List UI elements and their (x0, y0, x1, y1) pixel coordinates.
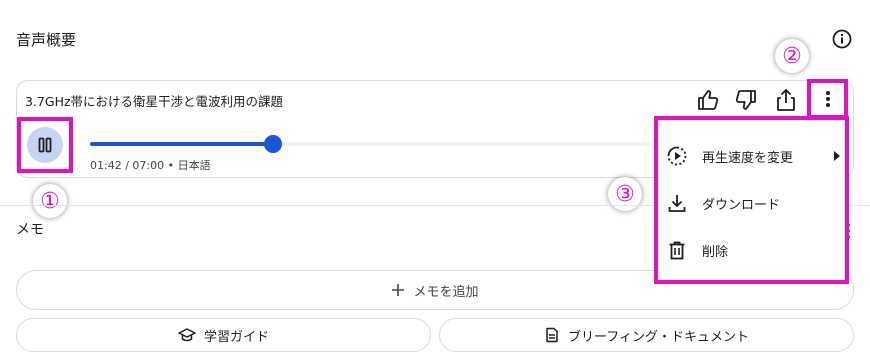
menu-item-download[interactable]: ダウンロード (666, 187, 841, 219)
pause-button[interactable] (27, 127, 63, 163)
menu-item-delete[interactable]: 削除 (666, 234, 841, 266)
menu-item-playback-speed[interactable]: 再生速度を変更 (666, 140, 841, 172)
section-title: 音声概要 (16, 31, 77, 49)
trash-icon (669, 241, 685, 260)
share-icon[interactable] (773, 87, 799, 113)
add-memo-label: メモを追加 (413, 284, 479, 300)
callout-2-label: ② (782, 43, 802, 69)
thumbs-up-icon[interactable] (695, 87, 721, 113)
briefing-doc-label: ブリーフィング・ドキュメント (568, 329, 749, 345)
info-icon[interactable] (831, 28, 853, 50)
pause-icon (38, 137, 52, 153)
callout-2: ② (775, 39, 809, 73)
study-guide-button[interactable]: 学習ガイド (16, 318, 431, 352)
time-and-language: 01:42 / 07:00 • 日本語 (90, 159, 211, 172)
chevron-right-icon (834, 151, 840, 161)
options-menu: 再生速度を変更 ダウンロード 削除 (654, 116, 849, 284)
study-guide-label: 学習ガイド (203, 329, 269, 345)
document-icon (546, 327, 558, 343)
graduation-cap-icon (178, 328, 196, 342)
plus-icon (392, 284, 405, 296)
download-icon (668, 195, 686, 212)
callout-1-label: ① (40, 188, 60, 214)
audio-title: 3.7GHz帯における衛星干渉と電波利用の課題 (25, 94, 284, 109)
progress-fill (90, 142, 273, 146)
progress-thumb[interactable] (263, 135, 282, 153)
menu-label-download: ダウンロード (702, 197, 781, 213)
menu-label-playback-speed: 再生速度を変更 (702, 150, 794, 166)
playback-speed-icon (667, 146, 687, 166)
more-vert-icon[interactable] (823, 89, 833, 109)
thumbs-down-icon[interactable] (733, 87, 759, 113)
briefing-doc-button[interactable]: ブリーフィング・ドキュメント (439, 318, 854, 352)
callout-1: ① (33, 184, 67, 218)
callout-3-label: ③ (615, 181, 635, 207)
memo-heading: メモ (16, 222, 44, 238)
menu-label-delete: 削除 (702, 244, 729, 260)
